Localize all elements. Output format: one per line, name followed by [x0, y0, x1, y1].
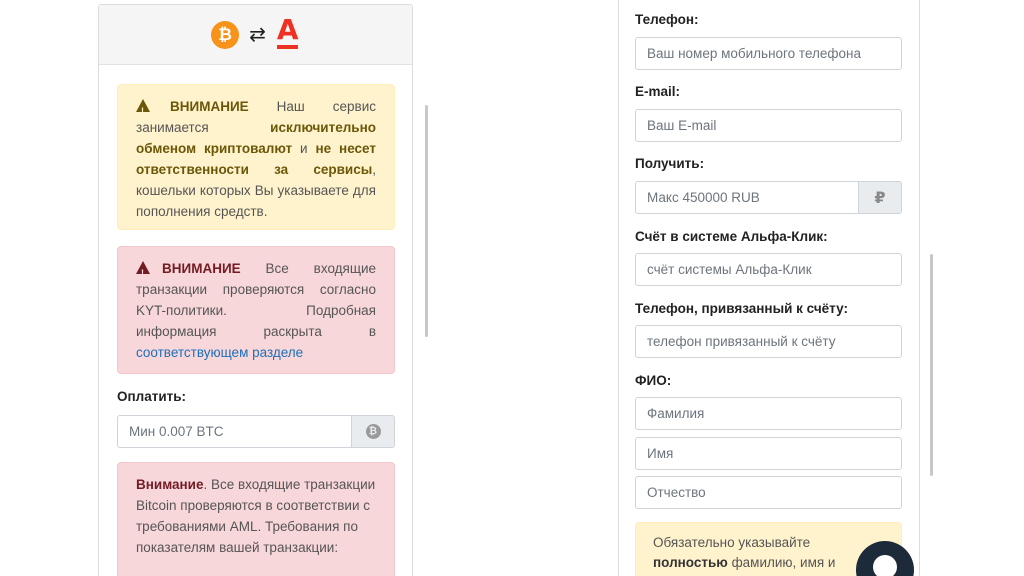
- account-input[interactable]: счёт системы Альфа-Клик: [635, 253, 902, 286]
- swap-icon[interactable]: ⇄: [249, 25, 266, 45]
- surname-input[interactable]: Фамилия: [635, 397, 902, 430]
- rub-currency-addon: ₽: [859, 181, 902, 214]
- patronymic-input[interactable]: Отчество: [635, 476, 902, 509]
- name-input[interactable]: Имя: [635, 437, 902, 470]
- linked-phone-label: Телефон, привязанный к счёту:: [635, 301, 848, 316]
- account-label: Счёт в системе Альфа-Клик:: [635, 229, 828, 244]
- phone-label: Телефон:: [635, 12, 699, 27]
- linked-phone-input[interactable]: телефон привязанный к счёту: [635, 325, 902, 358]
- bitcoin-small-icon: ₿: [365, 424, 381, 439]
- receive-label: Получить:: [635, 156, 705, 171]
- exchange-give-card: ₿ ⇄ A ВНИМАНИЕ Наш сервис занимается иск…: [98, 4, 413, 576]
- bitcoin-icon: ₿: [211, 20, 240, 49]
- kyt-section-link[interactable]: соответствующем разделе: [136, 345, 303, 360]
- receive-amount-group: Макс 450000 RUB ₽: [635, 181, 902, 214]
- account-field-group: счёт системы Альфа-Клик: [635, 253, 902, 286]
- warning-title: ВНИМАНИЕ: [162, 261, 241, 276]
- receive-amount-input[interactable]: Макс 450000 RUB: [635, 181, 859, 214]
- email-input[interactable]: Ваш E-mail: [635, 109, 902, 142]
- btc-currency-addon: ₿: [352, 415, 395, 448]
- aml-warning-alert: Внимание. Все входящие транзакции Bitcoi…: [117, 462, 395, 576]
- service-warning-alert: ВНИМАНИЕ Наш сервис занимается исключите…: [117, 84, 395, 230]
- kyt-warning-alert: ВНИМАНИЕ Все входящие транзакции проверя…: [117, 246, 395, 374]
- warning-icon: [136, 261, 150, 284]
- pay-label: Оплатить:: [117, 389, 187, 404]
- phone-input[interactable]: Ваш номер мобильного телефона: [635, 37, 902, 70]
- aml-warning-title: Внимание: [136, 477, 204, 492]
- pay-amount-input[interactable]: Мин 0.007 BTC: [117, 415, 352, 448]
- left-scrollbar[interactable]: [425, 105, 428, 337]
- warning-icon: [136, 99, 150, 122]
- ruble-icon: ₽: [874, 189, 886, 207]
- email-label: E-mail:: [635, 84, 681, 99]
- right-scrollbar[interactable]: [930, 254, 933, 476]
- warning-title: ВНИМАНИЕ: [170, 99, 249, 114]
- surname-field-group: Фамилия: [635, 397, 902, 430]
- email-field-group: Ваш E-mail: [635, 109, 902, 142]
- alfa-bank-icon: A: [276, 15, 300, 51]
- linked-phone-field-group: телефон привязанный к счёту: [635, 325, 902, 358]
- exchange-direction-header: ₿ ⇄ A: [99, 5, 412, 65]
- patronymic-field-group: Отчество: [635, 476, 902, 509]
- pay-amount-group: Мин 0.007 BTC ₿: [117, 415, 395, 448]
- chat-icon: [873, 555, 897, 576]
- name-field-group: Имя: [635, 437, 902, 470]
- phone-field-group: Ваш номер мобильного телефона: [635, 37, 902, 70]
- fio-label: ФИО:: [635, 373, 672, 388]
